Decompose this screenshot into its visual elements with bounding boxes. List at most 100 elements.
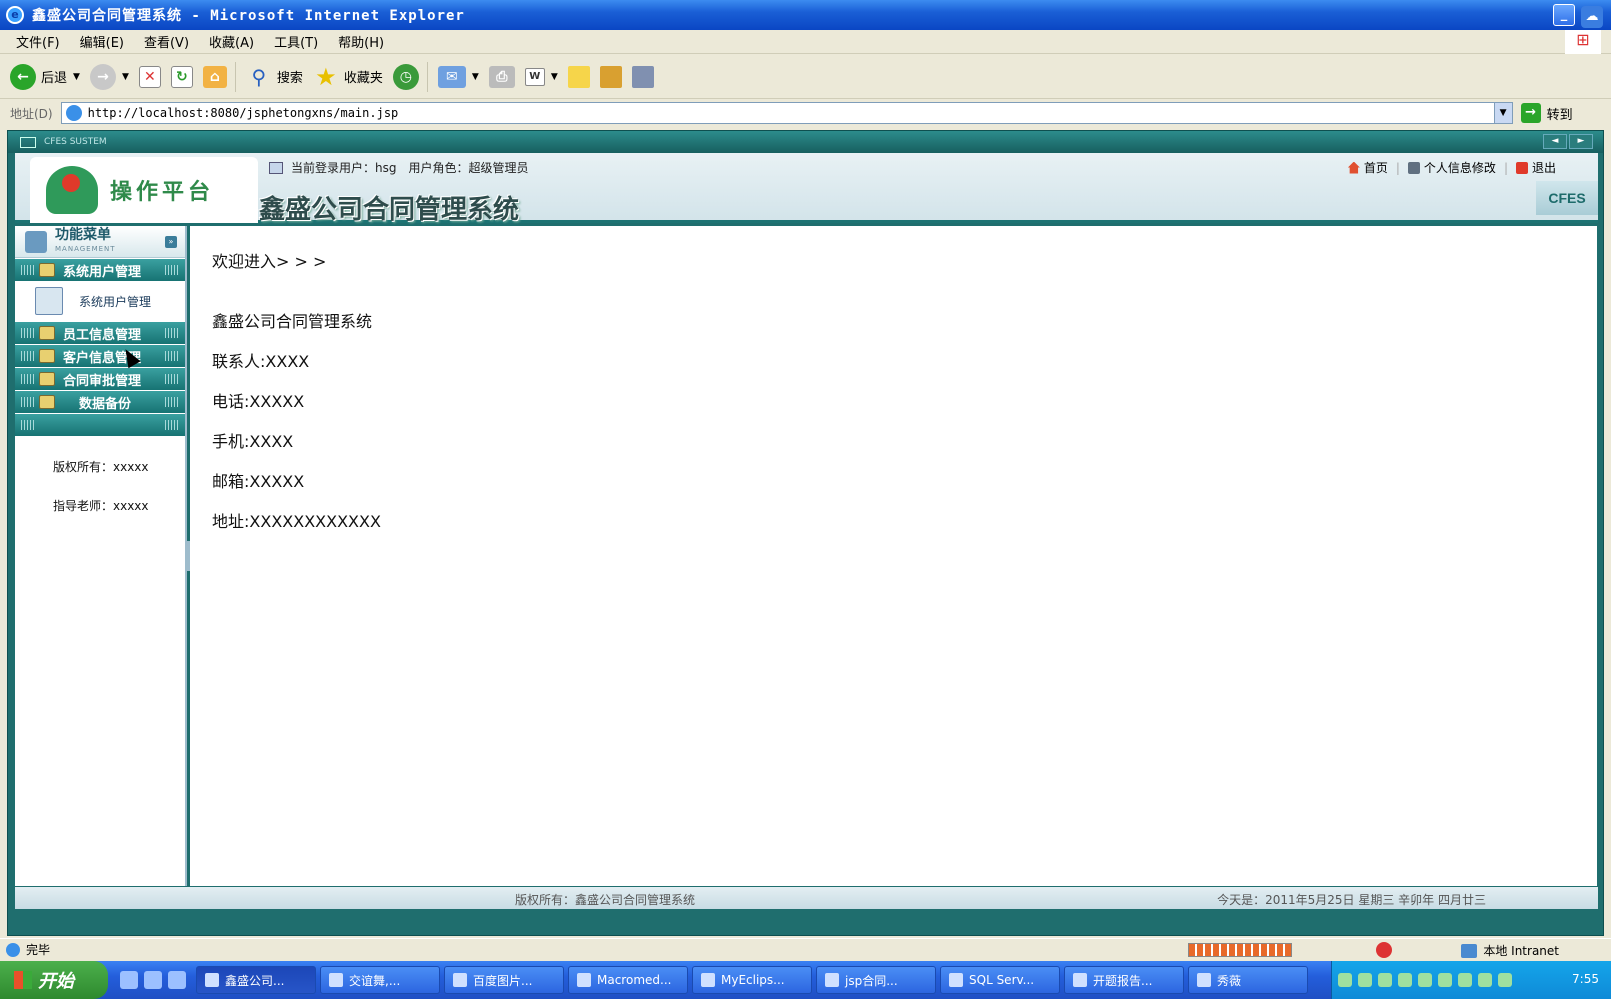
start-button[interactable]: 开始 xyxy=(0,961,108,999)
menu-tools[interactable]: 工具(T) xyxy=(274,32,318,51)
progress-bar xyxy=(1188,943,1292,957)
link-divider: | xyxy=(1395,160,1400,175)
sidebar-item-contracts[interactable]: 合同审批管理 xyxy=(15,368,185,390)
grip-icon xyxy=(165,374,179,384)
task-button[interactable]: MyEclips... xyxy=(692,966,812,994)
quick-launch-ie-icon[interactable] xyxy=(120,971,138,989)
quick-launch xyxy=(120,971,186,989)
home-link-label: 首页 xyxy=(1363,161,1388,175)
back-arrow-icon: ← xyxy=(10,63,36,90)
address-url[interactable]: http://localhost:8080/jsphetongxns/main.… xyxy=(88,106,1494,120)
menu-edit[interactable]: 编辑(E) xyxy=(80,32,124,51)
menu-help[interactable]: 帮助(H) xyxy=(338,32,384,51)
zone-label: 本地 Intranet xyxy=(1483,944,1559,958)
address-dropdown-icon[interactable]: ▼ xyxy=(1493,103,1512,123)
task-button[interactable]: 鑫盛公司... xyxy=(196,966,316,994)
favorites-button[interactable]: ★ 收藏夹 xyxy=(313,64,383,90)
task-label: SQL Serv... xyxy=(969,973,1035,987)
grip-icon xyxy=(21,265,35,275)
task-button[interactable]: 百度图片... xyxy=(444,966,564,994)
tray-icon[interactable] xyxy=(1458,973,1472,987)
home-link[interactable]: 首页 xyxy=(1347,159,1388,176)
messenger-button[interactable] xyxy=(631,65,654,88)
security-zone[interactable]: 本地 Intranet xyxy=(1461,942,1559,959)
task-button[interactable]: 交谊舞,... xyxy=(320,966,440,994)
arrow-left-icon[interactable]: ◄ xyxy=(1543,134,1567,149)
minimize-button[interactable]: _ xyxy=(1553,4,1575,26)
logout-link[interactable]: 退出 xyxy=(1515,159,1556,176)
user-card-icon xyxy=(269,161,283,174)
research-button[interactable] xyxy=(599,65,622,88)
menu-bar: 文件(F) 编辑(E) 查看(V) 收藏(A) 工具(T) 帮助(H) ⊞ xyxy=(0,30,1611,54)
sidebar-item-label: 数据备份 xyxy=(79,396,132,412)
sidebar-item-customers[interactable]: 客户信息管理 xyxy=(15,345,185,367)
back-button[interactable]: ← 后退 ▼ xyxy=(10,63,80,90)
eclipse-icon xyxy=(701,973,715,987)
menu-file[interactable]: 文件(F) xyxy=(16,32,60,51)
ie-icon xyxy=(329,973,343,987)
collapse-icon[interactable]: » xyxy=(165,236,177,248)
note-button[interactable] xyxy=(567,65,590,88)
folder-icon xyxy=(39,263,55,277)
arrow-right-icon[interactable]: ► xyxy=(1569,134,1593,149)
grip-icon xyxy=(165,420,179,430)
task-button[interactable]: SQL Serv... xyxy=(940,966,1060,994)
menu-favorites[interactable]: 收藏(A) xyxy=(209,32,254,51)
tray-icon[interactable] xyxy=(1418,973,1432,987)
popup-blocker-icon[interactable] xyxy=(1376,942,1392,958)
mail-button[interactable]: ✉ ▼ xyxy=(437,65,479,88)
stop-button[interactable]: ✕ xyxy=(138,65,161,88)
home-icon xyxy=(1347,161,1360,174)
tray-icon[interactable] xyxy=(1478,973,1492,987)
folder-icon xyxy=(825,973,839,987)
go-label: 转到 xyxy=(1546,107,1573,123)
sidebar-copyright: 版权所有：xxxxx xyxy=(53,460,149,474)
sidebar-subitem-system-users[interactable]: 系统用户管理 xyxy=(15,281,185,321)
sidebar-item-employees[interactable]: 员工信息管理 xyxy=(15,322,185,344)
search-button[interactable]: ⚲ 搜索 xyxy=(246,64,303,90)
print-button[interactable]: ⎙ xyxy=(488,65,515,88)
sidebar-item-system-users[interactable]: 系统用户管理 xyxy=(15,259,185,281)
back-dropdown-icon[interactable]: ▼ xyxy=(73,72,80,82)
forward-dropdown-icon[interactable]: ▼ xyxy=(122,72,129,82)
stop-icon: ✕ xyxy=(138,65,161,88)
task-button[interactable]: Macromed... xyxy=(568,966,688,994)
profile-link[interactable]: 个人信息修改 xyxy=(1407,159,1496,176)
tray-icon[interactable] xyxy=(1338,973,1352,987)
task-button[interactable]: 秀薇 xyxy=(1188,966,1308,994)
quick-launch-app-icon[interactable] xyxy=(168,971,186,989)
forward-button[interactable]: → ▼ xyxy=(89,63,129,90)
sidebar-info: 版权所有：xxxxx 指导老师：xxxxx xyxy=(15,458,185,514)
sticky-note-icon xyxy=(567,65,590,88)
address-input[interactable]: http://localhost:8080/jsphetongxns/main.… xyxy=(60,102,1513,124)
mobile: 手机:XXXX xyxy=(212,432,294,451)
mail-dropdown-icon[interactable]: ▼ xyxy=(472,72,479,82)
baidu-cloud-icon[interactable]: ☁ xyxy=(1581,6,1603,28)
home-button[interactable]: ⌂ xyxy=(202,65,227,88)
sidebar-item-backup[interactable]: 数据备份 xyxy=(15,391,185,413)
menu-view[interactable]: 查看(V) xyxy=(144,32,189,51)
back-label: 后退 xyxy=(41,71,68,86)
task-button[interactable]: 开题报告... xyxy=(1064,966,1184,994)
page-icon xyxy=(65,105,82,121)
history-button[interactable]: ◷ xyxy=(392,63,419,90)
clock[interactable]: 7:55 xyxy=(1572,972,1599,986)
quick-launch-browser-icon[interactable] xyxy=(144,971,162,989)
toolbar-separator xyxy=(234,61,236,92)
tray-icon[interactable] xyxy=(1398,973,1412,987)
tray-icon[interactable] xyxy=(1498,973,1512,987)
window-title-bar[interactable]: e 鑫盛公司合同管理系统 - Microsoft Internet Explor… xyxy=(0,0,1611,30)
edit-button[interactable]: W ▼ xyxy=(524,67,558,86)
page-header: 操作平台 当前登录用户：hsg 用户角色：超级管理员 鑫盛公司合同管理系统 首页… xyxy=(15,153,1598,225)
status-text: 完毕 xyxy=(26,943,51,957)
sql-server-icon xyxy=(949,973,963,987)
task-button[interactable]: jsp合同... xyxy=(816,966,936,994)
sidebar-subitem-label: 系统用户管理 xyxy=(79,294,152,309)
edit-dropdown-icon[interactable]: ▼ xyxy=(551,72,558,82)
tray-icon[interactable] xyxy=(1358,973,1372,987)
tray-icon[interactable] xyxy=(1438,973,1452,987)
tray-icon[interactable] xyxy=(1378,973,1392,987)
refresh-button[interactable]: ↻ xyxy=(170,65,193,88)
word-icon xyxy=(1073,973,1087,987)
go-button[interactable]: → 转到 xyxy=(1520,103,1573,123)
